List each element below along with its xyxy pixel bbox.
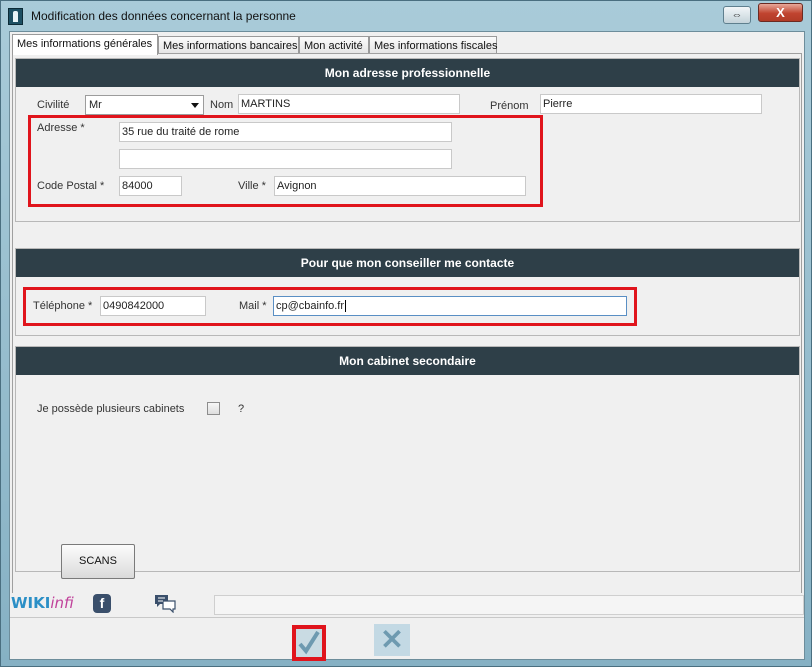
close-button[interactable]: X — [758, 3, 803, 22]
prenom-field[interactable]: Pierre — [540, 94, 762, 114]
plusieurs-cabinets-label: Je possède plusieurs cabinets — [37, 403, 185, 415]
facebook-icon[interactable]: f — [93, 594, 111, 613]
tab-informations-bancaires[interactable]: Mes informations bancaires — [158, 36, 299, 54]
highlight-adresse-box — [28, 115, 543, 207]
title-bar[interactable]: Modification des données concernant la p… — [1, 1, 811, 30]
civilite-select[interactable]: Mr — [85, 95, 204, 115]
restore-button[interactable]: ⇔ — [723, 6, 751, 24]
checkmark-icon — [298, 630, 320, 655]
section-contact: Pour que mon conseiller me contacte Télé… — [15, 248, 800, 336]
highlight-contact-box — [23, 287, 637, 326]
tab-panel-general: Mon adresse professionnelle Civilité Mr … — [12, 53, 802, 616]
section-heading-adresse: Mon adresse professionnelle — [16, 59, 799, 87]
plusieurs-cabinets-checkbox[interactable] — [207, 402, 220, 415]
civilite-label: Civilité — [37, 99, 70, 111]
dialog-client-area: Mes informations générales Mes informati… — [9, 31, 805, 661]
chat-bubbles-icon[interactable] — [154, 594, 176, 614]
tab-informations-generales[interactable]: Mes informations générales — [12, 34, 158, 55]
app-icon — [8, 8, 23, 25]
footer-bar: ✕ — [10, 617, 804, 661]
window-title: Modification des données concernant la p… — [31, 9, 296, 23]
chevron-down-icon — [191, 103, 199, 108]
section-heading-contact: Pour que mon conseiller me contacte — [16, 249, 799, 277]
tab-informations-fiscales[interactable]: Mes informations fiscales — [369, 36, 498, 54]
link-bar: WIKIinfi f — [10, 593, 804, 617]
civilite-value: Mr — [89, 99, 102, 111]
help-question-mark[interactable]: ? — [238, 403, 244, 415]
scans-button[interactable]: SCANS — [61, 544, 135, 579]
validate-button[interactable] — [292, 625, 326, 661]
section-adresse-professionnelle: Mon adresse professionnelle Civilité Mr … — [15, 58, 800, 222]
nom-field[interactable]: MARTINS — [238, 94, 460, 114]
link-bar-strip — [214, 595, 804, 615]
nom-label: Nom — [210, 99, 234, 111]
tab-activite[interactable]: Mon activité — [299, 36, 369, 54]
wikiinfi-logo[interactable]: WIKIinfi — [11, 594, 74, 612]
dialog-window: Modification des données concernant la p… — [0, 0, 812, 667]
section-heading-cabinet: Mon cabinet secondaire — [16, 347, 799, 375]
cancel-button[interactable]: ✕ — [374, 624, 410, 656]
section-cabinet-secondaire: Mon cabinet secondaire Je possède plusie… — [15, 346, 800, 579]
prenom-label: Prénom — [490, 100, 529, 112]
